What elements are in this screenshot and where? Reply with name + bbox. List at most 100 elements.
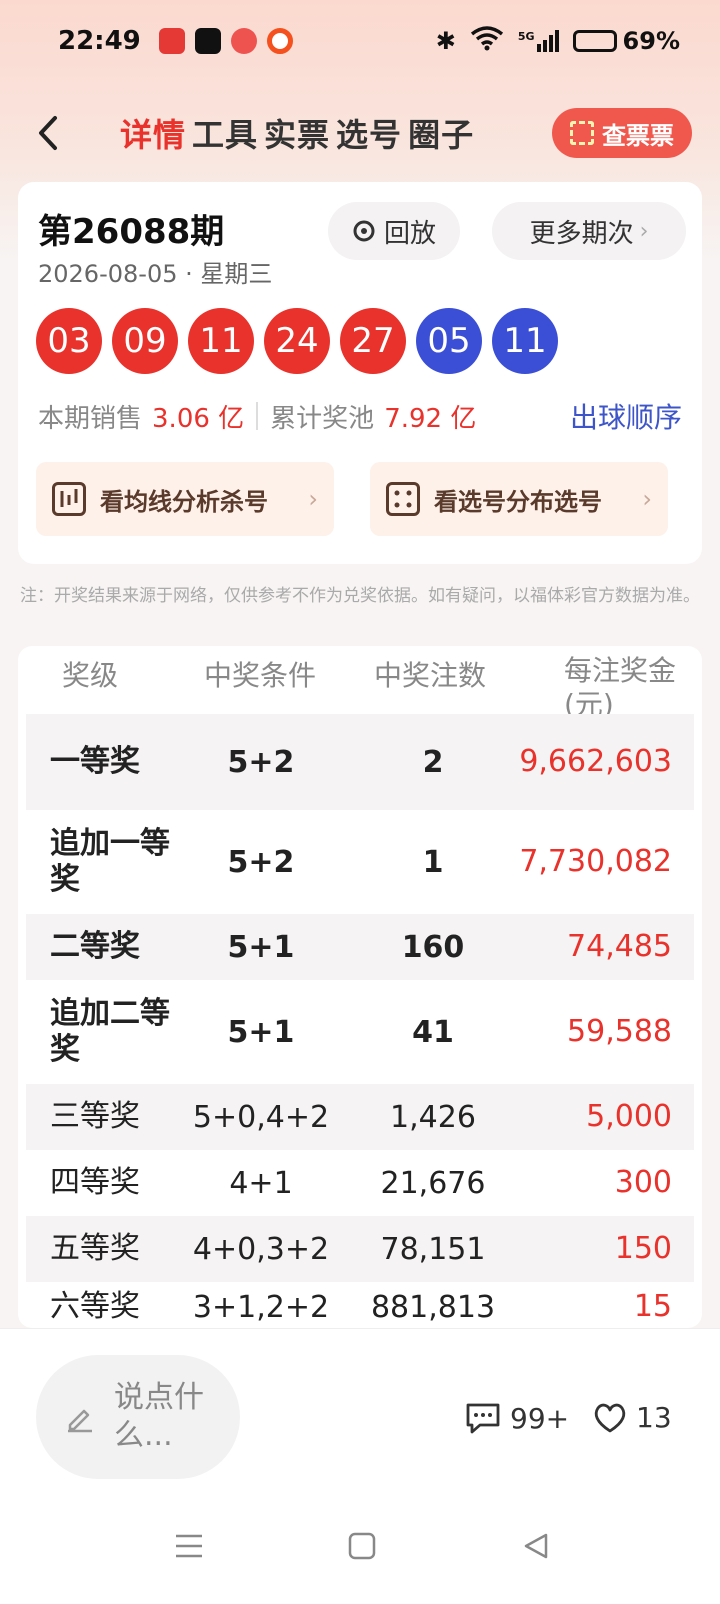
pool-value: 7.92 亿: [384, 403, 477, 434]
sales-info: 本期销售 3.06 亿 累计奖池 7.92 亿 出球顺序: [38, 396, 682, 436]
replay-label: 回放: [383, 218, 436, 249]
prize-amount: 9,662,603: [519, 744, 672, 779]
issue-number: 第26088期: [38, 212, 225, 252]
tab-details[interactable]: 详情: [120, 110, 186, 156]
prize-table: 奖级 中奖条件 中奖注数 每注奖金(元) 一等奖 5+2 2 9,662,603 追加一…: [18, 646, 702, 1328]
chevron-right-icon: ›: [639, 218, 649, 244]
like-button[interactable]: 13: [592, 1401, 672, 1434]
prize-row: 五等奖 4+0,3+2 78,151 150: [26, 1216, 694, 1282]
prize-count: 2: [422, 744, 444, 780]
back-icon[interactable]: [28, 113, 68, 153]
blue-ball: 11: [492, 308, 558, 374]
check-ticket-button[interactable]: 查票票: [552, 108, 692, 158]
wifi-icon: [470, 25, 504, 57]
chevron-right-icon: ›: [308, 485, 318, 513]
red-ball: 09: [112, 308, 178, 374]
prize-amount: 150: [614, 1231, 672, 1266]
prize-level: 四等奖: [50, 1165, 140, 1200]
comment-placeholder: 说点什么...: [114, 1380, 204, 1453]
sales-value: 3.06 亿: [152, 403, 245, 434]
prize-row: 四等奖 4+1 21,676 300: [26, 1150, 694, 1216]
prize-count: 160: [401, 929, 465, 965]
moving-average-analysis-button[interactable]: 看均线分析杀号 ›: [36, 462, 334, 536]
back-nav-icon[interactable]: [522, 1532, 550, 1568]
tiktok-app-icon: [194, 28, 221, 54]
comment-bar: 说点什么... 99+ 13: [0, 1328, 720, 1492]
prize-count: 1: [422, 844, 444, 880]
bluetooth-icon: ✱: [435, 27, 456, 55]
prize-level: 六等奖: [50, 1289, 140, 1324]
more-issues-label: 更多期次: [529, 218, 634, 249]
ball-order-link[interactable]: 出球顺序: [570, 396, 682, 436]
disclaimer-text: 注：开奖结果来源于网络，仅供参考不作为兑奖依据。如有疑问，以福体彩官方数据为准。: [20, 586, 700, 606]
pencil-icon: [68, 1409, 92, 1433]
moving-average-analysis-label: 看均线分析杀号: [100, 487, 268, 516]
prize-level: 一等奖: [50, 744, 140, 779]
draw-result-card: 第26088期 2026-08-05 · 星期三 回放 更多期次 › 03 09 1…: [18, 182, 702, 564]
header-amount: 每注奖金(元): [564, 654, 677, 721]
network-type: 5G: [517, 30, 535, 43]
comment-count: 99+: [510, 1401, 570, 1435]
dice-icon: [386, 482, 420, 516]
prize-amount: 7,730,082: [519, 844, 672, 879]
more-issues-button[interactable]: 更多期次 ›: [492, 202, 686, 260]
prize-condition: 4+0,3+2: [192, 1231, 330, 1267]
number-distribution-button[interactable]: 看选号分布选号 ›: [370, 462, 668, 536]
tab-real-tickets[interactable]: 实票: [264, 110, 330, 156]
battery-indicator: 69%: [572, 27, 680, 55]
prize-amount: 74,485: [567, 929, 672, 964]
prize-amount: 5,000: [586, 1099, 672, 1134]
header-level: 奖级: [62, 659, 119, 692]
prize-amount: 15: [633, 1289, 672, 1324]
prize-count: 21,676: [380, 1165, 486, 1201]
status-time: 22:49: [58, 26, 141, 56]
red-ball: 27: [340, 308, 406, 374]
shopping-app-icon: [266, 28, 293, 54]
home-nav-icon[interactable]: [348, 1532, 376, 1568]
menu-nav-icon[interactable]: [174, 1532, 204, 1567]
replay-button[interactable]: 回放: [328, 202, 460, 260]
like-count: 13: [636, 1401, 672, 1434]
page-header: 详情 工具 实票 选号 圈子 查票票: [0, 100, 720, 166]
prize-count: 78,151: [380, 1231, 486, 1267]
tab-tools[interactable]: 工具: [192, 110, 258, 156]
toutiao-app-icon: [158, 28, 185, 54]
prize-condition: 5+0,4+2: [192, 1099, 330, 1135]
prize-count: 41: [412, 1014, 454, 1050]
prize-count: 881,813: [370, 1289, 496, 1325]
prize-row: 六等奖 3+1,2+2 881,813 15: [26, 1282, 694, 1328]
header-count: 中奖注数: [374, 659, 487, 692]
check-ticket-label: 查票票: [602, 121, 674, 150]
red-ball: 11: [188, 308, 254, 374]
comments-button[interactable]: 99+: [464, 1401, 569, 1435]
blue-ball: 05: [416, 308, 482, 374]
notification-icons: [158, 28, 293, 54]
comment-input[interactable]: 说点什么...: [36, 1355, 240, 1479]
battery-percent: 69%: [622, 27, 680, 55]
number-distribution-label: 看选号分布选号: [434, 487, 602, 516]
winning-numbers: 03 09 11 24 27 05 11: [36, 308, 558, 374]
candlestick-chart-icon: [52, 482, 86, 516]
pool-label: 累计奖池: [270, 403, 375, 434]
prize-level: 三等奖: [50, 1099, 140, 1134]
tab-bar: 详情 工具 实票 选号 圈子: [120, 110, 474, 156]
prize-row: 追加一等奖 5+2 1 7,730,082: [26, 810, 694, 914]
red-ball: 03: [36, 308, 102, 374]
signal-icon: 5G: [518, 30, 559, 52]
draw-weekday: 星期三: [200, 260, 273, 288]
tab-pick-numbers[interactable]: 选号: [336, 110, 402, 156]
replay-icon: [353, 220, 375, 242]
prize-rows: 一等奖 5+2 2 9,662,603 追加一等奖 5+2 1 7,730,082 二等奖 5+1…: [26, 714, 694, 1328]
prize-amount: 300: [614, 1165, 672, 1200]
prize-condition: 5+1: [227, 929, 295, 965]
prize-row: 三等奖 5+0,4+2 1,426 5,000: [26, 1084, 694, 1150]
prize-row: 追加二等奖 5+1 41 59,588: [26, 980, 694, 1084]
prize-level: 二等奖: [50, 929, 140, 964]
date-separator: ·: [185, 260, 201, 288]
status-indicators: ✱ 5G 69%: [436, 25, 680, 57]
prize-level: 五等奖: [50, 1231, 140, 1266]
sales-label: 本期销售: [38, 403, 143, 434]
draw-date: 2026-08-05: [38, 260, 178, 288]
tab-community[interactable]: 圈子: [408, 110, 474, 156]
issue-date-line: 2026-08-05 · 星期三: [38, 254, 272, 289]
